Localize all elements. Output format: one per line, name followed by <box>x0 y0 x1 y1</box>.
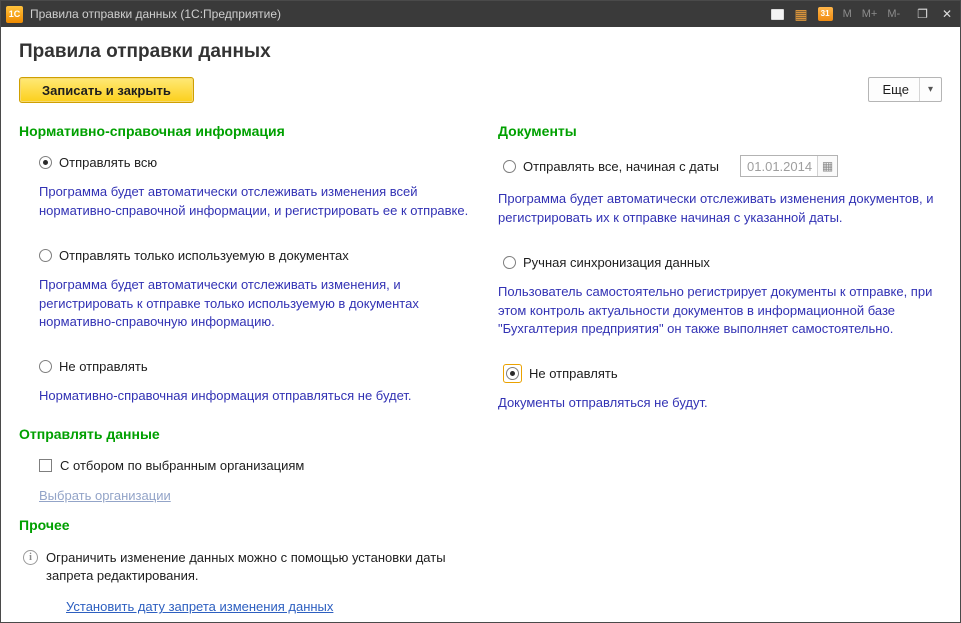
radio-icon <box>39 249 52 262</box>
radio-docs-send-from-date[interactable]: Отправлять все, начиная с даты 01.01.201… <box>503 155 942 177</box>
left-column: Нормативно-справочная информация Отправл… <box>19 119 472 614</box>
radio-icon <box>503 160 516 173</box>
service-window-icon[interactable] <box>771 9 784 20</box>
hint-nsi-send-used-only: Программа будет автоматически отслеживат… <box>39 276 472 333</box>
calc-memory-plus-button[interactable]: M+ <box>862 9 878 20</box>
section-header-documents: Документы <box>498 123 942 139</box>
radio-icon <box>39 156 52 169</box>
form-columns: Нормативно-справочная информация Отправл… <box>19 119 942 614</box>
info-row: i Ограничить изменение данных можно с по… <box>23 549 472 585</box>
app-window: 1С Правила отправки данных (1С:Предприят… <box>0 0 961 623</box>
hint-nsi-do-not-send: Нормативно-справочная информация отправл… <box>39 387 472 406</box>
radio-label: Отправлять только используемую в докумен… <box>59 248 349 263</box>
radio-nsi-send-used-only[interactable]: Отправлять только используемую в докумен… <box>39 248 472 263</box>
radio-nsi-do-not-send[interactable]: Не отправлять <box>39 359 472 374</box>
hint-docs-send-from-date: Программа будет автоматически отслеживат… <box>498 190 942 228</box>
window-controls: ❐ ✕ <box>917 7 952 21</box>
radio-nsi-send-all[interactable]: Отправлять всю <box>39 155 472 170</box>
set-edit-lock-date-link[interactable]: Установить дату запрета изменения данных <box>66 599 333 614</box>
save-and-close-button[interactable]: Записать и закрыть <box>19 77 194 103</box>
radio-docs-do-not-send[interactable]: Не отправлять <box>503 366 942 381</box>
select-organizations-link[interactable]: Выбрать организации <box>39 488 171 503</box>
hint-docs-manual-sync: Пользователь самостоятельно регистрирует… <box>498 283 942 340</box>
right-column: Документы Отправлять все, начиная с даты… <box>498 119 942 614</box>
info-icon: i <box>23 550 38 565</box>
titlebar: 1С Правила отправки данных (1С:Предприят… <box>1 1 960 27</box>
calendar-picker-icon[interactable]: ▦ <box>817 156 837 176</box>
chevron-down-icon: ▾ <box>919 78 941 101</box>
maximize-button[interactable]: ❐ <box>917 7 928 21</box>
more-button[interactable]: Еще ▾ <box>868 77 942 102</box>
checkbox-filter-by-organizations[interactable]: С отбором по выбранным организациям <box>39 458 472 473</box>
radio-docs-manual-sync[interactable]: Ручная синхронизация данных <box>503 255 942 270</box>
section-header-nsi: Нормативно-справочная информация <box>19 123 472 139</box>
radio-icon <box>506 367 519 380</box>
show-functions-icon[interactable]: ▦ <box>794 7 807 21</box>
form-toolbar: Записать и закрыть Еще ▾ <box>19 77 942 103</box>
checkbox-label: С отбором по выбранным организациям <box>60 458 304 473</box>
calc-memory-button[interactable]: M <box>843 9 852 20</box>
radio-icon <box>503 256 516 269</box>
page-title: Правила отправки данных <box>19 41 942 63</box>
form-content: Правила отправки данных Записать и закры… <box>1 27 960 622</box>
radio-label: Отправлять все, начиная с даты <box>523 159 719 174</box>
calc-memory-minus-button[interactable]: M- <box>887 9 900 20</box>
hint-nsi-send-all: Программа будет автоматически отслеживат… <box>39 183 472 221</box>
close-button[interactable]: ✕ <box>942 7 952 21</box>
info-text: Ограничить изменение данных можно с помо… <box>46 549 472 585</box>
titlebar-service-icons: ▦ 31 M M+ M- <box>771 7 900 21</box>
calendar-icon[interactable]: 31 <box>818 7 833 21</box>
section-header-other: Прочее <box>19 517 472 533</box>
radio-label: Ручная синхронизация данных <box>523 255 710 270</box>
start-date-field[interactable]: 01.01.2014 ▦ <box>740 155 838 177</box>
radio-label: Не отправлять <box>59 359 148 374</box>
window-title: Правила отправки данных (1С:Предприятие) <box>30 7 764 21</box>
more-button-label: Еще <box>883 82 909 97</box>
radio-label: Отправлять всю <box>59 155 157 170</box>
checkbox-icon <box>39 459 52 472</box>
hint-docs-do-not-send: Документы отправляться не будут. <box>498 394 942 413</box>
start-date-value[interactable]: 01.01.2014 <box>741 159 817 174</box>
focus-ring <box>503 364 522 383</box>
radio-label: Не отправлять <box>529 366 618 381</box>
1c-logo-icon[interactable]: 1С <box>6 6 23 23</box>
section-header-send-data: Отправлять данные <box>19 426 472 442</box>
radio-icon <box>39 360 52 373</box>
